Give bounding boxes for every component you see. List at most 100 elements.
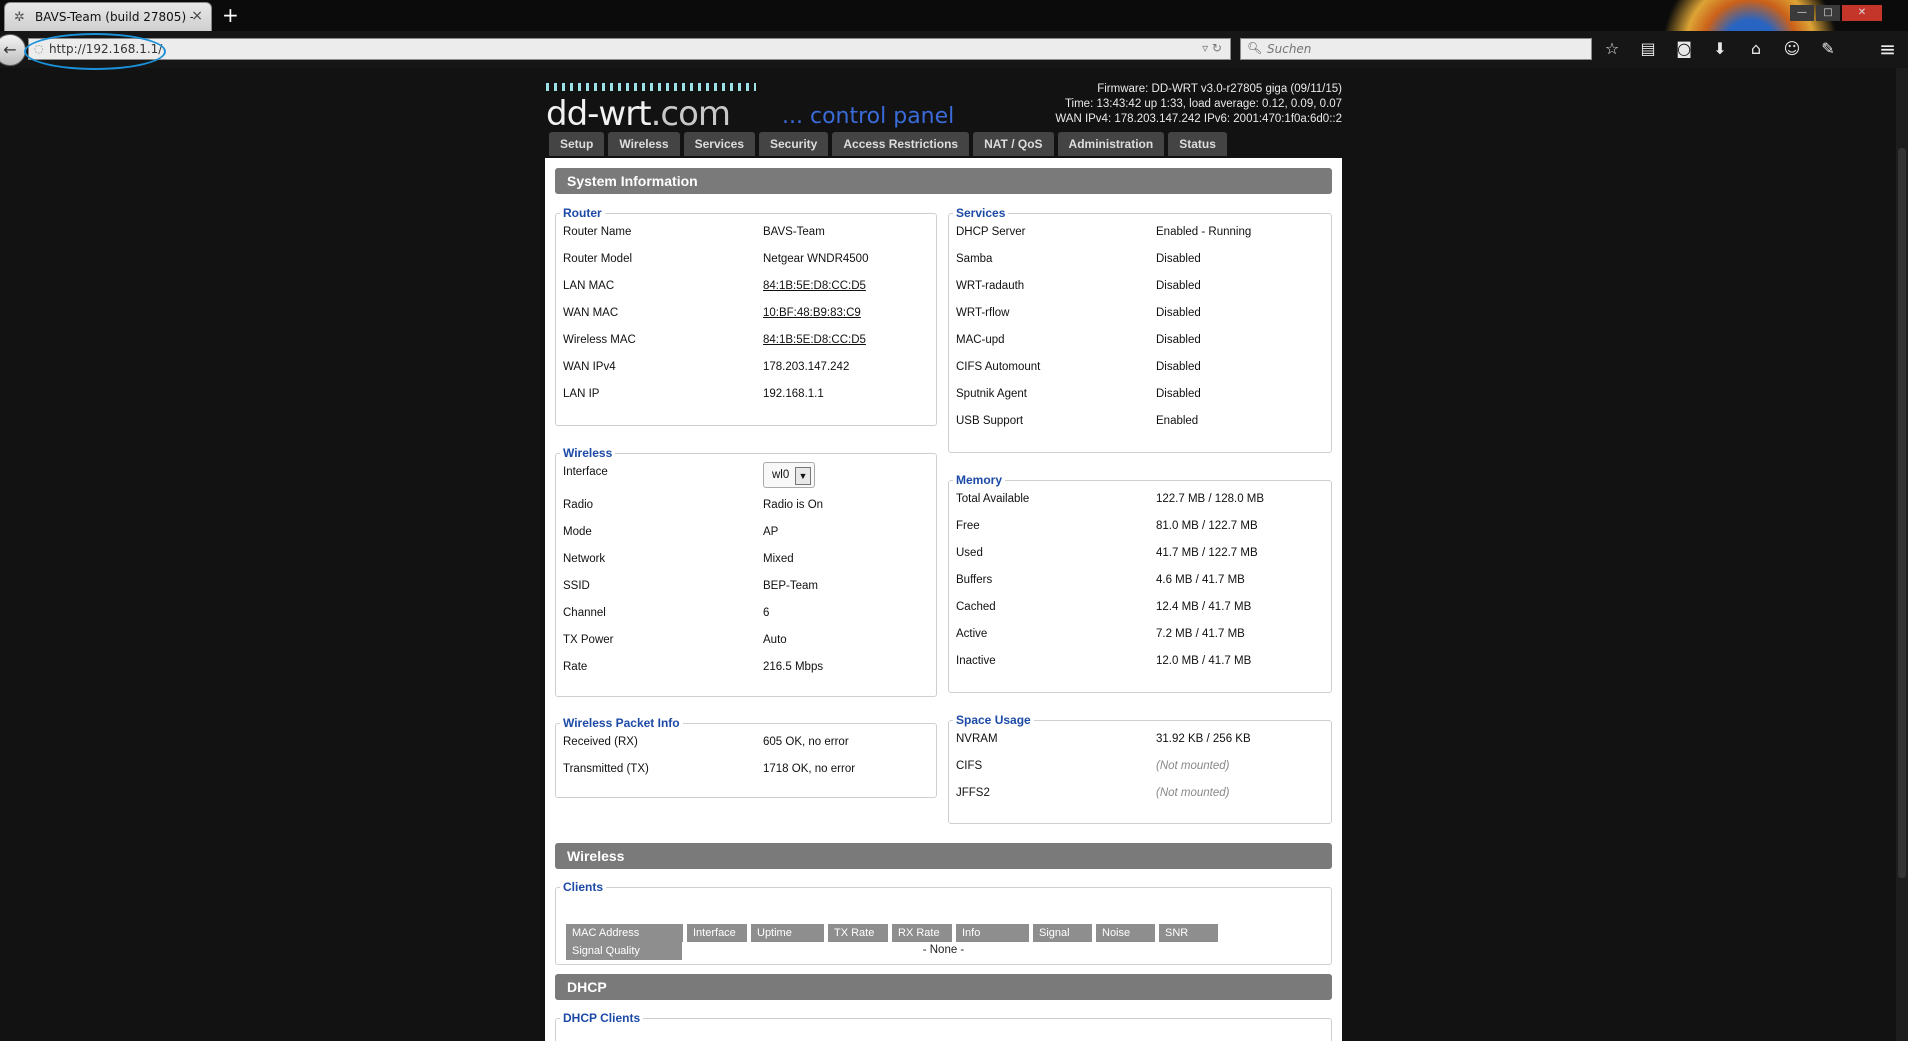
dhcp-clients-legend: DHCP Clients [563,1011,641,1025]
router-row: Router Name BAVS-Team [563,226,825,238]
router-favicon-icon: ✲ [14,10,25,25]
memory-box: Memory Total Available 122.7 MB / 128.0 M… [948,473,1332,693]
col-noise[interactable]: Noise [1096,924,1155,942]
search-icon: 🔍︎ [1247,41,1263,55]
hamburger-menu-icon[interactable]: ≡ [1879,37,1896,61]
col-signal[interactable]: Signal [1033,924,1092,942]
dhcp-clients-box: DHCP Clients [555,1011,1332,1041]
window-controls: — □ ✕ [1788,0,1882,21]
logo-tagline: ... control panel [782,104,955,129]
addon-icon[interactable]: ✎ [1816,39,1840,58]
reload-icon[interactable]: ▿ ↻ [1202,41,1222,55]
wireless-row: Channel 6 [563,607,770,619]
packet-row: Received (RX) 605 OK, no error [563,736,849,748]
bookmarks-list-icon[interactable]: ▤ [1636,39,1660,58]
memory-row: Inactive 12.0 MB / 41.7 MB [956,655,1252,667]
wireless-box: Wireless Interface wl0 ▼ Radio Radio is O… [555,446,937,697]
col-info[interactable]: Info [956,924,1029,942]
interface-select[interactable]: wl0 ▼ [763,462,815,488]
back-button[interactable]: ← [0,34,26,66]
router-legend: Router [563,206,602,220]
wireless-row: Rate 216.5 Mbps [563,661,824,673]
tab-wireless[interactable]: Wireless [608,132,680,156]
interface-row: Interface wl0 ▼ [556,460,936,493]
services-legend: Services [956,206,1006,220]
packet-info-box: Wireless Packet Info Received (RX) 605 OK… [555,716,937,798]
packet-row: Transmitted (TX) 1718 OK, no error [563,763,856,775]
clients-empty: - None - [922,944,965,956]
wireless-row: Network Mixed [563,553,794,565]
navigation-toolbar: ← ◌ http://192.168.1.1/ ▿ ↻ 🔍︎ ☆ ▤ ◙ ⬇ ⌂ ☺ ✎ ≡ [0,31,1908,68]
home-icon[interactable]: ⌂ [1744,39,1768,58]
browser-tab[interactable]: ✲ BAVS-Team (build 27805) - ... × [4,2,212,31]
tab-nat-qos[interactable]: NAT / QoS [973,132,1054,156]
col-mac-address[interactable]: MAC Address [566,924,683,942]
search-bar[interactable]: 🔍︎ [1240,38,1592,60]
service-row: Samba Disabled [956,253,1201,265]
tab-title: BAVS-Team (build 27805) - ... [35,10,193,24]
memory-row: Buffers 4.6 MB / 41.7 MB [956,574,1245,586]
section-system-information: System Information [555,168,1332,194]
tab-security[interactable]: Security [759,132,829,156]
wan-mac-link[interactable]: 10:BF:48:B9:83:C9 [763,307,861,319]
vertical-scrollbar[interactable] [1896,68,1908,1041]
url-bar[interactable]: ◌ http://192.168.1.1/ ▿ ↻ [28,38,1231,60]
window-close-icon[interactable]: ✕ [1842,5,1882,21]
tab-status[interactable]: Status [1168,132,1227,156]
col-interface[interactable]: Interface [687,924,747,942]
space-row: JFFS2 (Not mounted) [956,787,1230,799]
wireless-row: Radio Radio is On [563,499,824,511]
pocket-icon[interactable]: ◙ [1672,39,1696,58]
tab-administration[interactable]: Administration [1057,132,1165,156]
tab-services[interactable]: Services [683,132,755,156]
logo-signal-bars [546,83,756,91]
scrollbar-thumb[interactable] [1898,148,1906,878]
col-tx-rate[interactable]: TX Rate [828,924,888,942]
wireless-mac-link[interactable]: 84:1B:5E:D8:CC:D5 [763,334,866,346]
new-tab-button[interactable]: + [222,3,239,27]
service-row: MAC-upd Disabled [956,334,1201,346]
service-row: WRT-rflow Disabled [956,307,1201,319]
memory-row: Cached 12.4 MB / 41.7 MB [956,601,1252,613]
firmware-info: Firmware: DD-WRT v3.0-r27805 giga (09/11… [1055,82,1342,127]
router-row: Wireless MAC 84:1B:5E:D8:CC:D5 [563,334,866,346]
chevron-down-icon: ▼ [795,467,811,485]
download-icon[interactable]: ⬇ [1708,39,1732,58]
toolbar-icons: ☆ ▤ ◙ ⬇ ⌂ ☺ ✎ [1600,39,1852,58]
router-row: WAN IPv4 178.203.147.242 [563,361,850,373]
bookmark-star-icon[interactable]: ☆ [1600,39,1624,58]
tab-setup[interactable]: Setup [549,132,605,156]
space-usage-legend: Space Usage [956,713,1031,727]
router-row: LAN MAC 84:1B:5E:D8:CC:D5 [563,280,866,292]
maximize-icon[interactable]: □ [1816,5,1840,21]
service-row: Sputnik Agent Disabled [956,388,1201,400]
firmware-version: Firmware: DD-WRT v3.0-r27805 giga (09/11… [1097,83,1342,95]
col-uptime[interactable]: Uptime [751,924,824,942]
router-row: WAN MAC 10:BF:48:B9:83:C9 [563,307,861,319]
router-row: Router Model Netgear WNDR4500 [563,253,869,265]
clients-box: Clients MAC Address Interface Uptime TX … [555,880,1332,965]
memory-row: Used 41.7 MB / 122.7 MB [956,547,1258,559]
clients-legend: Clients [563,880,604,894]
memory-row: Total Available 122.7 MB / 128.0 MB [956,493,1265,505]
col-rx-rate[interactable]: RX Rate [892,924,952,942]
tab-access-restrictions[interactable]: Access Restrictions [832,132,970,156]
service-row: DHCP Server Enabled - Running [956,226,1252,238]
space-usage-box: Space Usage NVRAM 31.92 KB / 256 KB CIFS(… [948,713,1332,824]
wireless-row: Mode AP [563,526,779,538]
memory-legend: Memory [956,473,1003,487]
close-tab-icon[interactable]: × [191,8,203,24]
status-content: System Information Router Router Name BAV… [545,158,1342,1041]
minimize-icon[interactable]: — [1790,5,1814,21]
router-box: Router Router Name BAVS-Team Router Model… [555,206,937,426]
memory-row: Active 7.2 MB / 41.7 MB [956,628,1245,640]
space-row: CIFS (Not mounted) [956,760,1230,772]
section-dhcp: DHCP [555,974,1332,1000]
chat-icon[interactable]: ☺ [1780,39,1804,58]
url-highlight-annotation [24,33,166,70]
search-input[interactable] [1265,41,1569,57]
col-snr[interactable]: SNR [1159,924,1218,942]
lan-mac-link[interactable]: 84:1B:5E:D8:CC:D5 [763,280,866,292]
ddwrt-logo: dd-wrt.com [546,94,731,134]
system-time: Time: 13:43:42 up 1:33, load average: 0.… [1064,98,1342,110]
